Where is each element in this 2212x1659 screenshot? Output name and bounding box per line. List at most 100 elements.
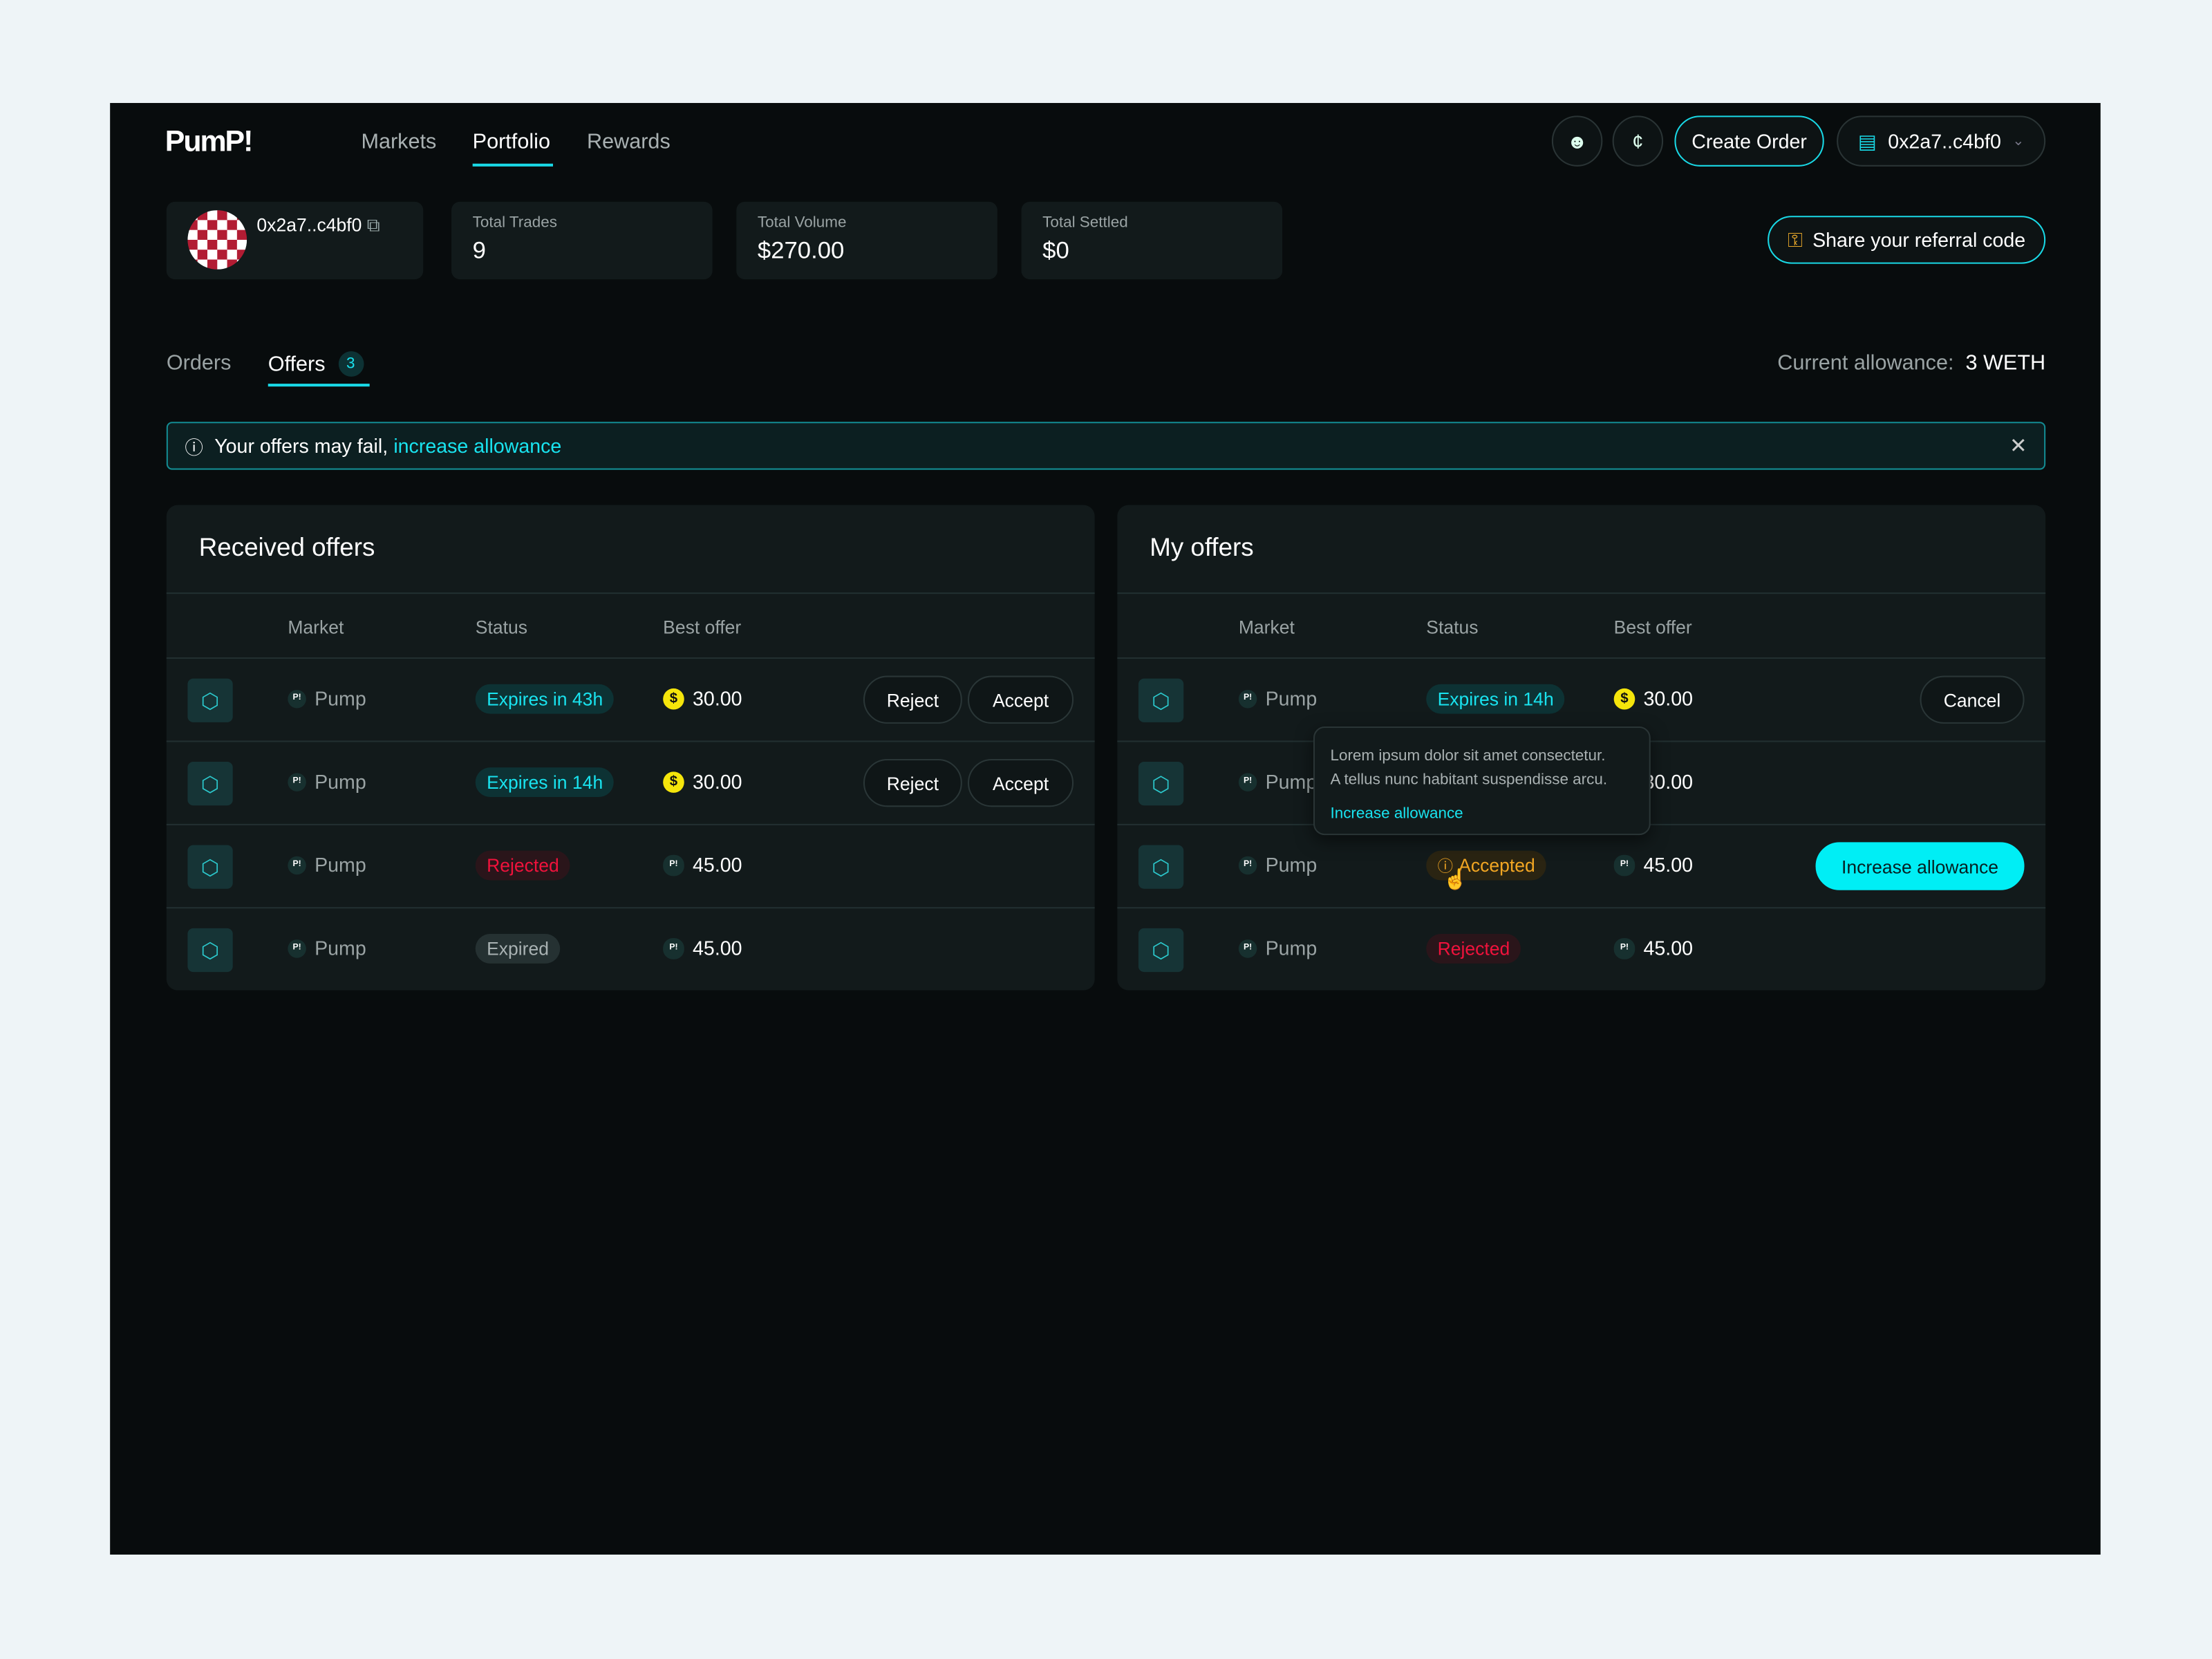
cancel-button[interactable]: Cancel xyxy=(1920,675,2025,724)
tab-offers-label: Offers xyxy=(268,352,326,376)
reject-button[interactable]: Reject xyxy=(863,758,962,807)
market-name: Pump xyxy=(1265,937,1318,959)
column-best-offer: Best offer xyxy=(663,616,742,638)
column-market: Market xyxy=(288,616,344,638)
pump-icon: P! xyxy=(663,937,684,959)
table-row[interactable]: ⬡ P! Pump Rejected P! 45.00 xyxy=(1117,908,2045,991)
tooltip-increase-allowance-link[interactable]: Increase allowance xyxy=(1330,803,1633,827)
stat-label: Total Volume xyxy=(757,214,847,232)
table-header: Market Status Best offer xyxy=(166,592,1095,659)
my-offers-panel: My offers Market Status Best offer ⬡ P! P… xyxy=(1117,505,2046,991)
logo[interactable]: PumP! xyxy=(165,126,254,160)
pump-icon: P! xyxy=(1613,854,1635,876)
tab-active-indicator xyxy=(268,384,370,387)
nav-markets[interactable]: Markets xyxy=(361,130,436,154)
status-badge: Expires in 14h xyxy=(475,767,615,798)
column-status: Status xyxy=(1426,616,1479,638)
market-name: Pump xyxy=(1265,686,1318,710)
table-row[interactable]: ⬡ P! Pump Expires in 43h $30.00 Reject Ac… xyxy=(166,659,1095,742)
stat-total-trades: Total Trades 9 xyxy=(451,201,713,280)
column-status: Status xyxy=(475,616,527,638)
stat-total-settled: Total Settled $0 xyxy=(1021,201,1283,280)
profile-card: 0x2a7..c4bf0 ⧉ xyxy=(166,201,424,280)
status-label: Accepted xyxy=(1459,854,1535,877)
offer-value: 45.00 xyxy=(693,853,742,877)
stat-total-volume: Total Volume $270.00 xyxy=(736,201,997,280)
offer-value: 30.00 xyxy=(1643,770,1694,793)
pump-icon: P! xyxy=(663,854,684,876)
cube-icon: ⬡ xyxy=(187,928,233,973)
pump-icon: P! xyxy=(1238,855,1257,874)
pump-icon: P! xyxy=(288,772,306,791)
stat-value: 9 xyxy=(472,236,486,264)
pump-icon: P! xyxy=(288,939,306,957)
pump-icon: P! xyxy=(1238,772,1257,791)
wallet-dropdown[interactable]: ▤ 0x2a7..c4bf0 ⌄ xyxy=(1837,115,2046,167)
chevron-down-icon: ⌄ xyxy=(2012,133,2025,149)
copy-icon[interactable]: ⧉ xyxy=(367,214,380,236)
offers-count-badge: 3 xyxy=(337,351,364,377)
market-name: Pump xyxy=(1265,853,1318,877)
cube-icon: ⬡ xyxy=(1138,845,1184,889)
accept-button[interactable]: Accept xyxy=(967,758,1074,807)
market-name: Pump xyxy=(315,770,366,793)
column-market: Market xyxy=(1238,616,1295,638)
stat-value: $0 xyxy=(1042,236,1069,264)
tab-offers[interactable]: Offers 3 xyxy=(268,351,364,377)
tooltip-text: Lorem ipsum dolor sit amet consectetur. xyxy=(1330,747,1606,765)
pump-icon: P! xyxy=(1613,937,1635,959)
table-row[interactable]: ⬡ P! Pump ⓘ Accepted P! 45.00 Increase allo… xyxy=(1117,825,2046,909)
column-best-offer: Best offer xyxy=(1613,616,1692,638)
market-name: Pump xyxy=(315,937,366,959)
table-row[interactable]: ⬡ P! Pump Rejected P! 45.00 xyxy=(166,825,1095,909)
profile-address: 0x2a7..c4bf0 xyxy=(256,214,362,236)
status-badge: Expires in 43h xyxy=(475,684,615,714)
user-plus-icon[interactable]: ☻ xyxy=(1551,115,1603,167)
nav-active-indicator xyxy=(472,163,553,167)
avatar xyxy=(187,210,247,270)
app-window: PumP! Markets Portfolio Rewards ☻ ¢ Crea… xyxy=(110,102,2101,1555)
offer-value: 45.00 xyxy=(693,937,742,959)
table-row[interactable]: ⬡ P! Pump Expired P! 45.00 xyxy=(167,908,1095,991)
usd-coin-icon: $ xyxy=(663,687,684,709)
coin-icon[interactable]: ¢ xyxy=(1612,115,1664,167)
close-icon[interactable]: ✕ xyxy=(2009,433,2027,459)
table-row[interactable]: ⬡ P! Pump Expires in 14h $30.00 Reject Ac… xyxy=(166,742,1095,825)
reject-button[interactable]: Reject xyxy=(863,675,962,724)
stat-value: $270.00 xyxy=(757,236,845,264)
cube-icon: ⬡ xyxy=(1138,678,1184,722)
usd-coin-icon: $ xyxy=(663,771,684,792)
market-name: Pump xyxy=(315,686,366,710)
increase-allowance-button[interactable]: Increase allowance xyxy=(1815,842,2025,890)
tooltip-text: A tellus nunc habitant suspendisse arcu. xyxy=(1330,771,1608,789)
nav-portfolio[interactable]: Portfolio xyxy=(473,130,550,154)
market-name: Pump xyxy=(315,853,366,877)
panel-title: My offers xyxy=(1150,533,1254,562)
share-referral-button[interactable]: ⚿ Share your referral code xyxy=(1768,216,2046,264)
allowance-tooltip: Lorem ipsum dolor sit amet consectetur. … xyxy=(1313,727,1651,836)
accept-button[interactable]: Accept xyxy=(967,675,1074,724)
pump-icon: P! xyxy=(1238,939,1257,957)
received-offers-panel: Received offers Market Status Best offer… xyxy=(166,505,1095,991)
cube-icon: ⬡ xyxy=(187,845,233,889)
status-badge: Rejected xyxy=(1426,934,1521,964)
wallet-address: 0x2a7..c4bf0 xyxy=(1888,129,2001,153)
offer-value: 30.00 xyxy=(693,686,742,710)
current-allowance: Current allowance: 3 WETH xyxy=(1777,351,2045,375)
market-name: Pump xyxy=(1265,770,1318,793)
key-icon: ⚿ xyxy=(1788,227,1803,251)
cube-icon: ⬡ xyxy=(187,678,233,722)
pump-icon: P! xyxy=(288,688,306,708)
cube-icon: ⬡ xyxy=(1138,762,1184,806)
alert-text: Your offers may fail, xyxy=(214,434,388,458)
stat-label: Total Trades xyxy=(472,214,557,232)
allowance-value: 3 WETH xyxy=(1965,351,2046,375)
nav-rewards[interactable]: Rewards xyxy=(587,130,671,154)
offer-value: 45.00 xyxy=(1643,937,1694,959)
panel-title: Received offers xyxy=(198,533,375,562)
create-order-button[interactable]: Create Order xyxy=(1674,115,1824,167)
tab-orders[interactable]: Orders xyxy=(167,351,232,375)
increase-allowance-link[interactable]: increase allowance xyxy=(393,435,561,458)
cube-icon: ⬡ xyxy=(1138,928,1184,973)
offer-value: 30.00 xyxy=(1643,686,1694,710)
